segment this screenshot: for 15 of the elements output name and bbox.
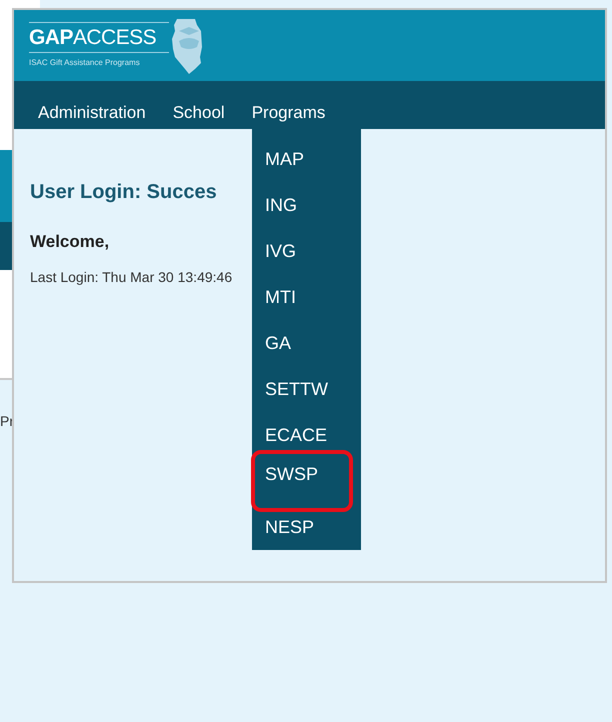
page-heading: User Login: Succes (30, 180, 217, 205)
logo-subtitle: ISAC Gift Assistance Programs (29, 57, 140, 69)
last-login-text: Last Login: Thu Mar 30 13:49:46 (30, 268, 232, 287)
menu-item[interactable]: MAP (252, 136, 361, 182)
nav-item[interactable]: Administration (38, 104, 146, 123)
logo-title: GAPACCESS (29, 22, 169, 53)
menu-item[interactable]: IVG (252, 228, 361, 274)
menu-item[interactable]: ING (252, 182, 361, 228)
welcome-text: Welcome, (30, 231, 110, 253)
menu-item[interactable]: GA (252, 320, 361, 366)
nav-item[interactable]: Programs (252, 104, 326, 123)
menu-item[interactable]: MTI (252, 274, 361, 320)
menu-item[interactable]: SETTW (252, 366, 361, 412)
nav-item[interactable]: School (172, 104, 225, 123)
menu-item[interactable]: SWSP (251, 450, 353, 512)
